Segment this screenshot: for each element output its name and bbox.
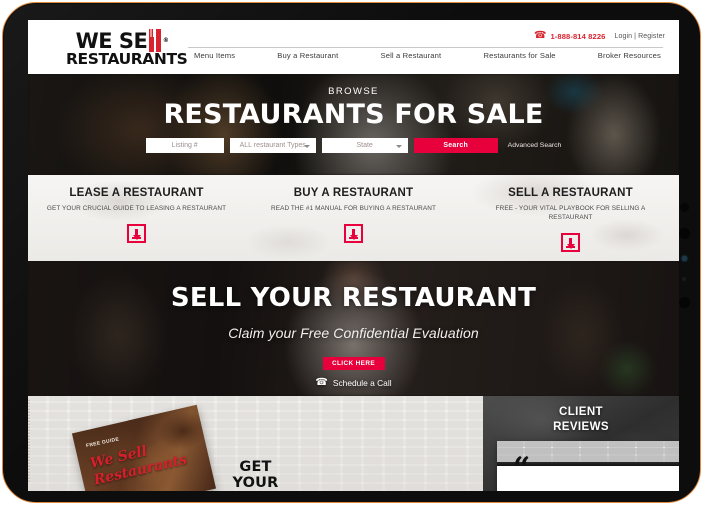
chevron-down-icon <box>303 144 310 148</box>
guide-title-buy: BUY A RESTAURANT <box>293 187 414 199</box>
sell-content: SELL YOUR RESTAURANT Claim your Free Con… <box>28 261 679 388</box>
nav-divider <box>188 47 663 48</box>
bottom-section: FREE GUIDE We Sell Restaurants CLIENT RE… <box>28 396 679 491</box>
site-header: WE SE ® RESTAURANTS Menu Items Buy a Res… <box>28 20 679 74</box>
sensor-dot-1 <box>679 203 689 212</box>
hero-title: RESTAURANTS FOR SALE <box>163 99 544 130</box>
sell-title: SELL YOUR RESTAURANT <box>170 283 537 313</box>
guide-desc-lease: GET YOUR CRUCIAL GUIDE TO LEASING A REST… <box>46 205 227 212</box>
state-selected-value: State <box>356 142 373 149</box>
nav-item-buy-a-restaurant[interactable]: Buy a Restaurant <box>277 51 338 60</box>
nav-item-broker-resources[interactable]: Broker Resources <box>598 51 661 60</box>
sensor-dot-3 <box>682 277 686 281</box>
logo-text-we-se: WE SE <box>75 29 148 53</box>
guide-column-lease: LEASE A RESTAURANT GET YOUR CRUCIAL GUID… <box>28 187 245 252</box>
nav-item-sell-a-restaurant[interactable]: Sell a Restaurant <box>381 51 442 60</box>
phone-number: 1-888-814 8226 <box>550 31 606 41</box>
device-sensor-cluster <box>677 203 691 308</box>
client-reviews-title-line1: CLIENT <box>559 406 603 418</box>
fork-knife-icon <box>149 28 161 52</box>
auth-links: Login | Register <box>614 33 665 40</box>
logo-line-1: WE SE ® <box>66 27 178 53</box>
chevron-down-icon <box>395 144 402 148</box>
logo-line-2: RESTAURANTS <box>66 50 188 68</box>
site-logo[interactable]: WE SE ® RESTAURANTS <box>66 27 188 68</box>
guide-desc-buy: READ THE #1 MANUAL FOR BUYING A RESTAURA… <box>271 205 436 212</box>
camera-dot <box>681 255 687 261</box>
hero-eyebrow: BROWSE <box>328 86 379 97</box>
guide-desc-sell: FREE - YOUR VITAL PLAYBOOK FOR SELLING A… <box>495 205 646 221</box>
restaurant-type-select[interactable]: ALL restaurant Types <box>229 138 316 153</box>
phone-icon: ☎ <box>533 30 547 41</box>
registered-trademark-icon: ® <box>162 37 169 44</box>
sell-subtitle: Claim your Free Confidential Evaluation <box>228 325 479 341</box>
guide-title-lease: LEASE A RESTAURANT <box>69 187 204 199</box>
sensor-dot-2 <box>678 228 690 240</box>
sell-your-restaurant-section: SELL YOUR RESTAURANT Claim your Free Con… <box>28 261 679 396</box>
client-reviews-panel: CLIENT REVIEWS “ <box>483 396 679 491</box>
guide-column-sell: SELL A RESTAURANT FREE - YOUR VITAL PLAY… <box>462 187 679 252</box>
guide-title-sell: SELL A RESTAURANT <box>508 187 633 199</box>
phone-icon: ☎ <box>315 377 328 388</box>
get-your-line1: GET <box>239 459 272 475</box>
state-select[interactable]: State <box>321 138 408 153</box>
download-tray-shape <box>131 236 141 239</box>
header-phone[interactable]: ☎ 1-888-814 8226 <box>534 31 606 41</box>
download-icon-buy[interactable] <box>344 224 363 243</box>
download-tray-shape <box>348 236 358 239</box>
search-button[interactable]: Search <box>413 138 498 153</box>
schedule-a-call-label: Schedule a Call <box>332 378 392 388</box>
client-reviews-title-line2: REVIEWS <box>553 421 609 433</box>
client-review-card[interactable]: “ <box>497 441 679 491</box>
sensor-dot-4 <box>678 297 690 308</box>
click-here-button[interactable]: CLICK HERE <box>322 357 385 370</box>
client-reviews-title: CLIENT REVIEWS <box>483 396 679 435</box>
main-navigation: Menu Items Buy a Restaurant Sell a Resta… <box>186 51 669 60</box>
utility-bar: ☎ 1-888-814 8226 Login | Register <box>534 31 665 41</box>
get-your-line2: YOUR <box>232 475 279 491</box>
hero-section: BROWSE RESTAURANTS FOR SALE Listing # AL… <box>28 74 679 175</box>
quote-mark-icon: “ <box>513 451 531 486</box>
magazine-kicker: FREE GUIDE <box>85 436 120 450</box>
advanced-search-link[interactable]: Advanced Search <box>508 142 562 149</box>
get-your-heading-cutoff: GET YOUR <box>28 459 483 491</box>
login-link[interactable]: Login <box>614 33 632 40</box>
register-link[interactable]: Register <box>638 33 665 40</box>
listing-number-input[interactable]: Listing # <box>145 138 224 153</box>
download-tray-shape <box>565 245 575 248</box>
guides-grid: LEASE A RESTAURANT GET YOUR CRUCIAL GUID… <box>28 175 679 252</box>
download-icon-lease[interactable] <box>127 224 146 243</box>
guide-column-buy: BUY A RESTAURANT READ THE #1 MANUAL FOR … <box>245 187 462 252</box>
restaurant-type-selected-value: ALL restaurant Types <box>239 142 306 149</box>
guides-section: LEASE A RESTAURANT GET YOUR CRUCIAL GUID… <box>28 175 679 261</box>
hero-content: BROWSE RESTAURANTS FOR SALE Listing # AL… <box>28 74 679 153</box>
download-icon-sell[interactable] <box>561 233 580 252</box>
nav-item-menu-items[interactable]: Menu Items <box>194 51 235 60</box>
tablet-screen: WE SE ® RESTAURANTS Menu Items Buy a Res… <box>28 20 679 491</box>
auth-separator: | <box>634 32 637 40</box>
schedule-a-call-link[interactable]: ☎ Schedule a Call <box>28 377 679 389</box>
nav-item-restaurants-for-sale[interactable]: Restaurants for Sale <box>483 51 555 60</box>
tablet-device-frame: WE SE ® RESTAURANTS Menu Items Buy a Res… <box>2 2 701 503</box>
listing-search-bar: Listing # ALL restaurant Types State Sea… <box>28 138 679 153</box>
